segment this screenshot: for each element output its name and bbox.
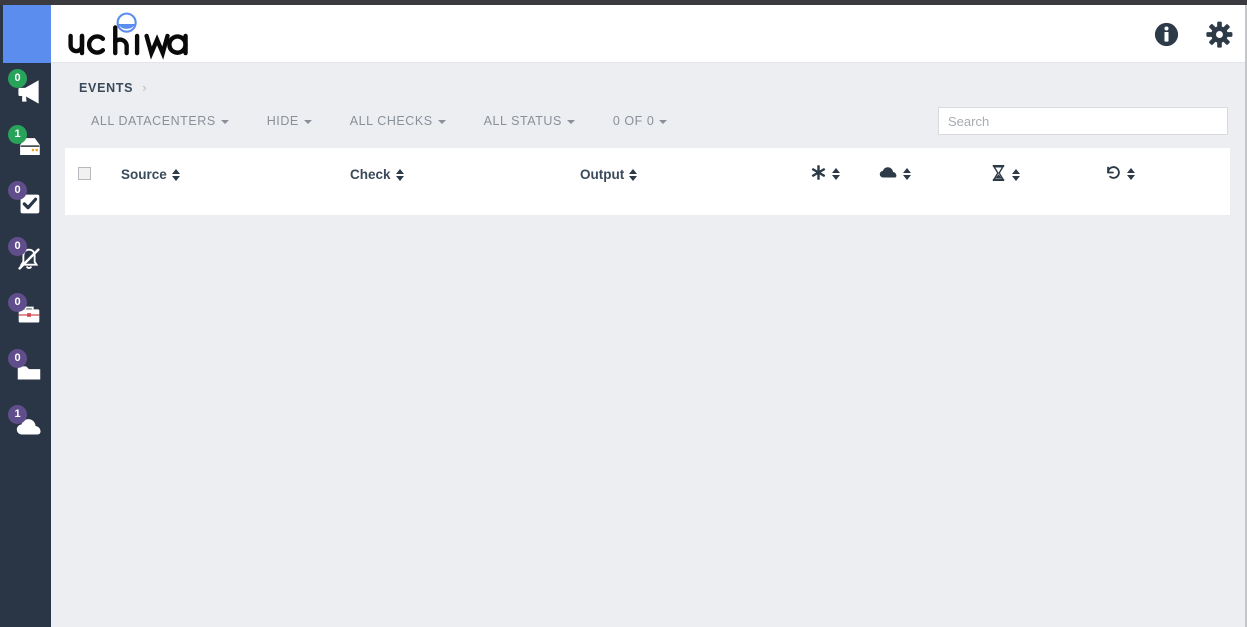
column-header-duration[interactable] [990,164,1021,185]
masthead [51,5,1247,63]
hourglass-icon [990,164,1007,185]
sidebar-badge-silenced: 0 [8,237,27,256]
column-header-output[interactable]: Output [580,167,638,182]
window-top-strip [0,0,1247,5]
uchiwa-app: 0 1 0 0 0 0 1 EVENTS › ALL DATACENTERS H… [0,0,1247,627]
filter-toolbar: ALL DATACENTERS HIDE ALL CHECKS ALL STAT… [91,110,705,132]
select-all-checkbox-cell[interactable] [78,167,91,180]
sidebar-item-aggregates[interactable]: 0 [0,288,51,344]
status-filter[interactable]: ALL STATUS [484,110,591,132]
sidebar-badge-datacenters: 1 [8,405,27,424]
checks-filter-label: ALL CHECKS [349,114,433,128]
pagination-filter-label: 0 OF 0 [612,114,655,128]
sort-arrows-icon[interactable] [903,167,912,181]
sidebar-item-silenced[interactable]: 0 [0,232,51,288]
sidebar: 0 1 0 0 0 0 1 [0,0,51,627]
sidebar-item-stashes[interactable]: 0 [0,344,51,400]
hide-filter-label: HIDE [266,114,299,128]
sidebar-badge-clients: 1 [8,125,27,144]
sidebar-nav-list: 0 1 0 0 0 0 1 [0,64,51,456]
chevron-down-icon [303,119,312,124]
sidebar-item-checks[interactable]: 0 [0,176,51,232]
sidebar-badge-aggregates: 0 [8,293,27,312]
asterisk-icon [810,164,827,184]
chevron-down-icon [437,119,446,124]
masthead-actions [1153,21,1233,48]
column-header-occurrences[interactable] [810,164,841,184]
checks-filter[interactable]: ALL CHECKS [350,110,462,132]
column-header-datacenter[interactable] [879,164,912,183]
chevron-down-icon [659,119,668,124]
sidebar-badge-events: 0 [8,69,27,88]
events-table-header-row: Source Check Output [65,148,1230,215]
breadcrumb: EVENTS › [79,80,147,95]
sidebar-badge-stashes: 0 [8,349,27,368]
hide-filter[interactable]: HIDE [267,110,328,132]
sort-arrows-icon[interactable] [629,168,638,182]
pagination-filter[interactable]: 0 OF 0 [613,110,684,132]
sidebar-item-clients[interactable]: 1 [0,120,51,176]
sidebar-item-events[interactable]: 0 [0,64,51,120]
sort-arrows-icon[interactable] [395,168,405,182]
sidebar-item-datacenters[interactable]: 1 [0,400,51,456]
uchiwa-logo[interactable] [63,9,253,61]
chevron-right-icon: › [142,80,148,95]
info-circle-icon[interactable] [1153,21,1180,48]
sort-arrows-icon[interactable] [171,168,181,182]
sidebar-brand-block [3,3,51,63]
breadcrumb-item-events[interactable]: EVENTS [79,81,133,95]
datacenters-filter[interactable]: ALL DATACENTERS [91,110,245,132]
column-label-source: Source [121,167,167,182]
search-input[interactable] [938,107,1228,135]
main-content: EVENTS › ALL DATACENTERS HIDE ALL CHECKS… [51,63,1245,627]
cloud-icon [879,164,898,183]
sort-arrows-icon[interactable] [832,167,841,181]
column-label-output: Output [580,167,625,182]
gear-icon[interactable] [1206,21,1233,48]
sidebar-badge-checks: 0 [8,181,27,200]
datacenters-filter-label: ALL DATACENTERS [91,114,216,128]
sort-arrows-icon[interactable] [1012,168,1021,182]
chevron-down-icon [566,119,575,124]
column-label-check: Check [350,167,391,182]
column-header-last-check[interactable] [1105,164,1136,184]
chevron-down-icon [220,119,229,124]
column-header-check[interactable]: Check [350,167,405,182]
sort-arrows-icon[interactable] [1127,167,1136,181]
status-filter-label: ALL STATUS [483,114,562,128]
column-header-source[interactable]: Source [121,167,181,182]
select-all-checkbox[interactable] [78,167,91,180]
events-table: Source Check Output [65,148,1230,215]
history-icon [1105,164,1122,184]
